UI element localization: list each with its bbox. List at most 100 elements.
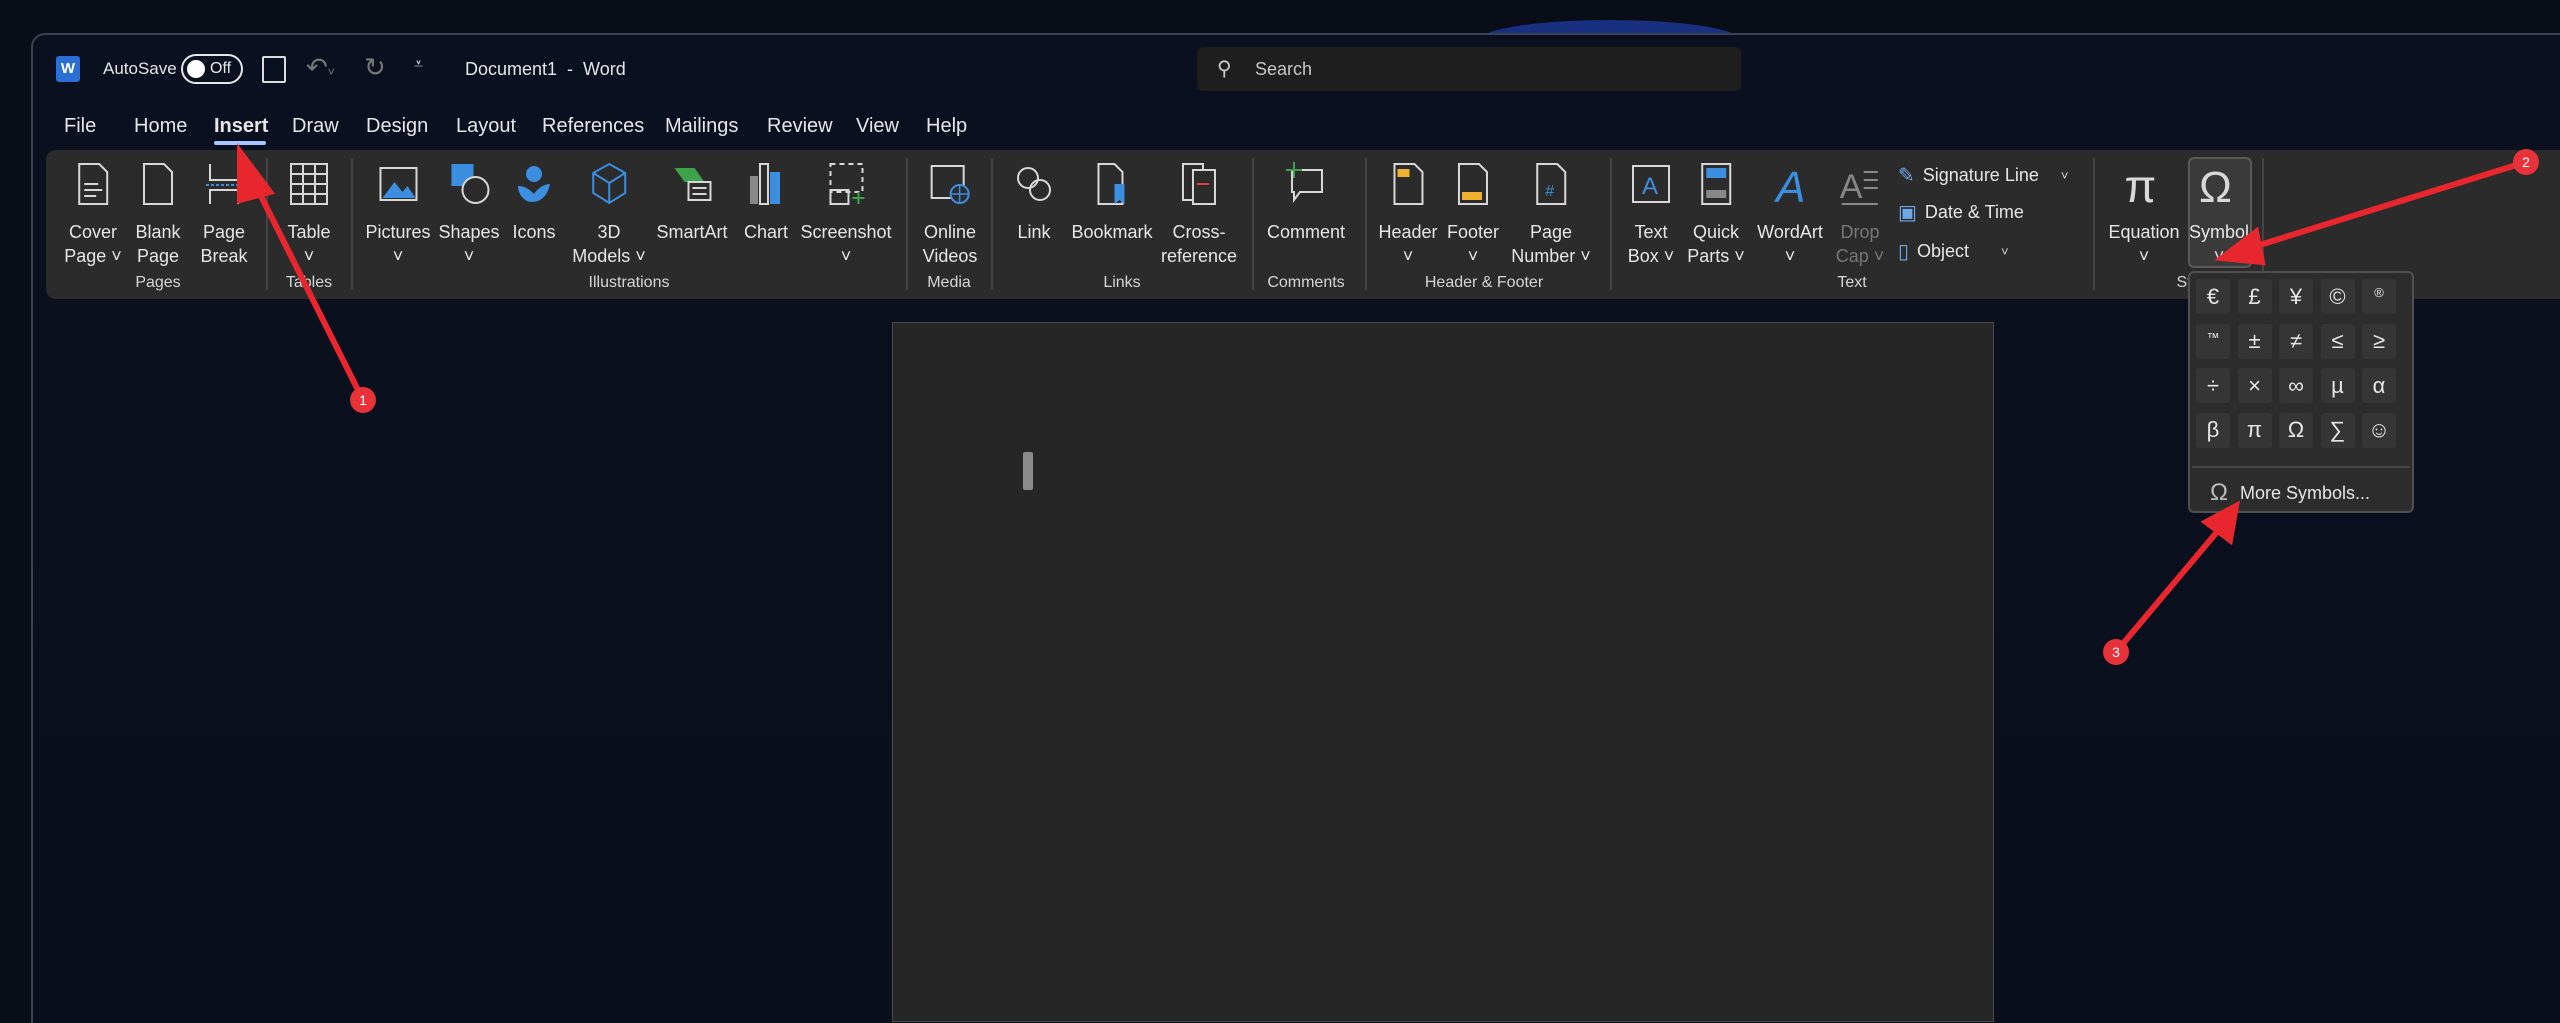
document-page[interactable] xyxy=(892,322,1994,1022)
symbol-cell[interactable]: ∞ xyxy=(2279,368,2313,403)
group-separator xyxy=(266,158,268,290)
icons-label: Icons xyxy=(512,222,556,242)
symbol-cell[interactable]: β xyxy=(2196,412,2230,448)
symbol-cell[interactable]: € xyxy=(2196,279,2230,314)
blank-page-button[interactable]: Blank Page xyxy=(134,160,182,268)
link-button[interactable]: Link xyxy=(1010,160,1058,244)
symbol-cell[interactable]: ® xyxy=(2362,279,2396,314)
tab-draw[interactable]: Draw xyxy=(292,115,339,138)
smartart-button[interactable]: SmartArt xyxy=(656,160,728,244)
customize-toolbar-icon[interactable]: ⩡ xyxy=(414,56,423,74)
symbol-cell[interactable]: ☺ xyxy=(2362,412,2396,448)
text-box-label-line2: Box ˅ xyxy=(1627,246,1675,266)
text-box-button[interactable]: A Text Box ˅ xyxy=(1627,160,1675,268)
equation-button[interactable]: π Equation ˅ xyxy=(2108,160,2179,268)
wordart-label: WordArt xyxy=(1757,222,1823,242)
symbol-cell[interactable]: ™ xyxy=(2196,323,2230,359)
symbol-label-line2: ˅ xyxy=(2213,246,2225,266)
page-break-icon xyxy=(206,164,242,204)
symbol-cell[interactable]: © xyxy=(2320,279,2355,314)
dropdown-divider xyxy=(2192,466,2410,468)
group-label-pages: Pages xyxy=(135,274,181,291)
symbol-cell[interactable]: ÷ xyxy=(2196,368,2230,403)
group-separator xyxy=(1365,158,1367,290)
page-break-button[interactable]: Page Break xyxy=(200,160,248,268)
document-title: Document1 - Word xyxy=(465,59,626,79)
omega-icon: Ω xyxy=(2210,479,2228,506)
table-label-line2: ˅ xyxy=(303,246,315,266)
cover-page-button[interactable]: Cover Page ˅ xyxy=(64,160,122,268)
object-button[interactable]: ▯ Object ˅ xyxy=(1898,239,2009,264)
symbol-cell[interactable]: π xyxy=(2237,412,2272,448)
page-number-button[interactable]: # Page Number ˅ xyxy=(1511,160,1591,268)
cross-reference-button[interactable]: Cross-reference xyxy=(1161,160,1237,268)
pi-icon: π xyxy=(2124,160,2156,212)
footer-button[interactable]: Footer ˅ xyxy=(1447,160,1499,268)
shapes-label-line2: ˅ xyxy=(463,246,475,266)
symbol-cell[interactable]: ≥ xyxy=(2362,323,2396,359)
group-separator xyxy=(1610,158,1612,290)
tab-help[interactable]: Help xyxy=(926,115,967,138)
search-box[interactable]: ⚲ Search xyxy=(1197,47,1741,91)
chart-button[interactable]: Chart xyxy=(742,160,790,244)
header-label-line2: ˅ xyxy=(1402,246,1414,266)
group-label-header-footer: Header & Footer xyxy=(1424,274,1544,291)
table-button[interactable]: Table ˅ xyxy=(285,160,333,268)
tab-layout[interactable]: Layout xyxy=(456,115,516,138)
autosave-toggle[interactable]: Off xyxy=(181,54,243,84)
more-symbols-button[interactable]: Ω More Symbols... xyxy=(2210,479,2370,507)
shapes-button[interactable]: Shapes ˅ xyxy=(438,160,500,268)
tab-review[interactable]: Review xyxy=(767,115,833,138)
symbol-cell[interactable]: £ xyxy=(2237,279,2272,314)
symbol-cell[interactable]: Ω xyxy=(2279,412,2313,448)
footer-icon xyxy=(1458,163,1488,205)
page-number-label: Page xyxy=(1529,222,1573,242)
table-label: Table xyxy=(287,222,331,242)
shapes-label: Shapes xyxy=(438,222,500,242)
symbol-cell[interactable]: α xyxy=(2362,368,2396,403)
tab-mailings[interactable]: Mailings xyxy=(665,115,738,138)
footer-label: Footer xyxy=(1446,222,1500,242)
signature-line-button[interactable]: ✎ Signature Line ˅ xyxy=(1898,163,2068,188)
online-videos-button[interactable]: Online Videos xyxy=(922,160,978,268)
svg-text:A: A xyxy=(1773,163,1805,208)
tab-home[interactable]: Home xyxy=(134,115,187,138)
redo-icon[interactable]: ↻ xyxy=(364,52,386,83)
symbol-cell[interactable]: ≤ xyxy=(2320,323,2355,359)
tab-design[interactable]: Design xyxy=(366,115,428,138)
undo-icon[interactable]: ↶˅ xyxy=(306,52,335,83)
svg-text:π: π xyxy=(2124,160,2156,208)
symbol-button[interactable]: Ω Symbol ˅ xyxy=(2189,160,2249,268)
symbol-cell[interactable]: ± xyxy=(2237,323,2272,359)
symbol-cell[interactable]: ¥ xyxy=(2279,279,2313,314)
online-videos-label-line2: Videos xyxy=(922,246,978,266)
tab-view[interactable]: View xyxy=(856,115,899,138)
icons-button[interactable]: Icons xyxy=(510,160,558,244)
save-icon[interactable] xyxy=(262,56,286,83)
symbol-cell[interactable]: µ xyxy=(2320,368,2355,403)
date-time-button[interactable]: ▣ Date & Time xyxy=(1898,200,2056,225)
cover-page-icon xyxy=(78,163,108,205)
tab-references[interactable]: References xyxy=(542,115,644,138)
wordart-button[interactable]: A WordArt ˅ xyxy=(1757,160,1823,268)
drop-cap-button[interactable]: A Drop Cap ˅ xyxy=(1836,160,1885,268)
comment-button[interactable]: Comment xyxy=(1267,160,1345,244)
svg-text:#: # xyxy=(1545,183,1554,200)
drop-cap-label: Drop xyxy=(1840,222,1880,242)
bookmark-button[interactable]: Bookmark xyxy=(1071,160,1153,244)
header-button[interactable]: Header ˅ xyxy=(1378,160,1438,268)
chevron-down-icon: ˅ xyxy=(2060,168,2069,183)
symbol-cell[interactable]: × xyxy=(2237,368,2272,403)
3d-models-button[interactable]: 3D Models ˅ xyxy=(572,160,646,268)
link-icon xyxy=(1017,167,1051,201)
text-cursor xyxy=(1023,452,1033,490)
pictures-button[interactable]: Pictures ˅ xyxy=(365,160,431,268)
screenshot-button[interactable]: Screenshot ˅ xyxy=(800,160,892,268)
annotation-badge-2: 2 xyxy=(2513,149,2539,175)
screenshot-icon xyxy=(829,163,864,205)
symbol-cell[interactable]: ≠ xyxy=(2279,323,2313,359)
quick-parts-button[interactable]: Quick Parts ˅ xyxy=(1687,160,1745,268)
symbol-cell[interactable]: ∑ xyxy=(2320,412,2355,448)
tab-insert[interactable]: Insert xyxy=(214,115,268,138)
tab-file[interactable]: File xyxy=(64,115,96,138)
